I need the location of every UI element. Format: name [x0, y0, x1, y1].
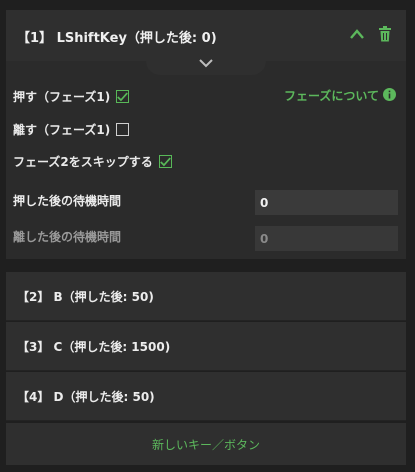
chevron-down-icon: [199, 53, 213, 72]
wait-after-press-label: 押した後の待機時間: [13, 194, 122, 208]
press-phase1-label: 押す（フェーズ1): [13, 90, 111, 104]
phase-info-label: フェーズについて: [283, 89, 379, 103]
expand-tab[interactable]: [146, 50, 266, 75]
press-phase1-row: 押す（フェーズ1): [13, 88, 130, 105]
check-icon: [159, 156, 171, 166]
key-item-3[interactable]: 【3】 C（押した後: 1500): [6, 322, 406, 371]
release-phase1-checkbox[interactable]: [116, 123, 130, 136]
chevron-up-icon[interactable]: [348, 25, 366, 43]
wait-after-press-input[interactable]: [255, 190, 398, 215]
new-key-label: 新しいキー／ボタン: [151, 437, 260, 452]
key-item-4[interactable]: 【4】 D（押した後: 50): [6, 372, 406, 421]
key-item-title: 【1】 LShiftKey（押した後: 0): [17, 31, 217, 46]
key-item-2[interactable]: 【2】 B（押した後: 50): [6, 272, 406, 321]
check-icon: [117, 91, 129, 101]
info-icon: [383, 87, 396, 104]
skip-phase2-row: フェーズ2をスキップする: [13, 153, 172, 170]
press-phase1-checkbox[interactable]: [116, 90, 130, 103]
new-key-button[interactable]: 新しいキー／ボタン: [6, 423, 406, 465]
wait-after-release-label: 離した後の待機時間: [13, 230, 122, 244]
phase-info-link[interactable]: フェーズについて: [284, 87, 396, 104]
skip-phase2-checkbox[interactable]: [158, 155, 172, 168]
key-item-label: 【4】 D（押した後: 50): [17, 390, 155, 404]
key-item-label: 【3】 C（押した後: 1500): [17, 340, 171, 354]
wait-after-release-input: [255, 226, 398, 251]
key-item-label: 【2】 B（押した後: 50): [17, 290, 154, 304]
release-phase1-row: 離す（フェーズ1): [13, 121, 130, 138]
trash-icon[interactable]: [376, 25, 394, 43]
skip-phase2-label: フェーズ2をスキップする: [13, 155, 153, 169]
release-phase1-label: 離す（フェーズ1): [13, 123, 111, 137]
